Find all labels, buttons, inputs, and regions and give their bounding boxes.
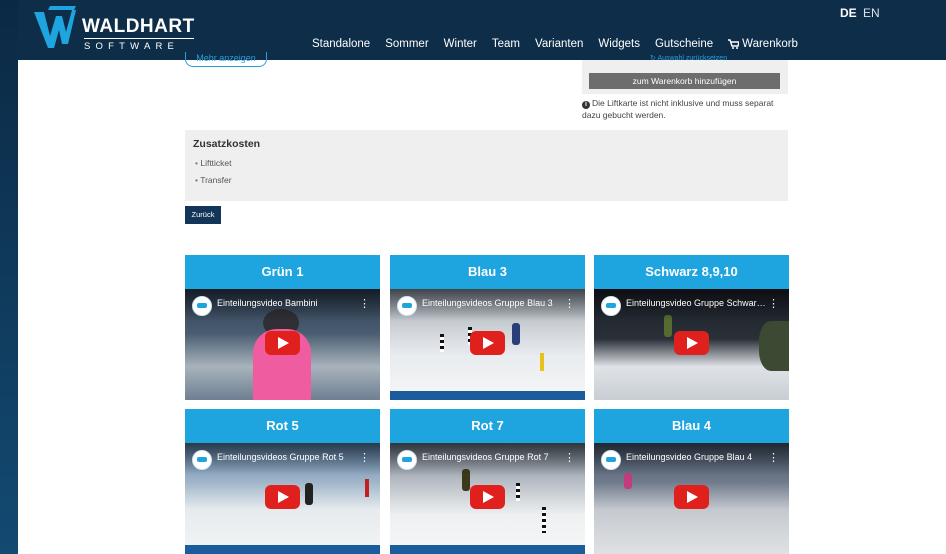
youtube-play-icon[interactable] xyxy=(470,331,505,355)
group-card-blau-4: Blau 4 Einteilungsvideo Gruppe Blau 4 ⋮ xyxy=(594,409,789,554)
brand-subtitle: SOFTWARE xyxy=(84,41,180,52)
back-button[interactable]: Zurück xyxy=(185,206,221,224)
group-card-schwarz-8-9-10: Schwarz 8,9,10 Einteilungsvideo Gruppe S… xyxy=(594,255,789,400)
nav-item-cart[interactable]: Warenkorb xyxy=(728,38,813,50)
extra-costs-box: Zusatzkosten Liftticket Transfer xyxy=(185,130,788,201)
nav-item-widgets[interactable]: Widgets xyxy=(598,38,640,50)
language-en[interactable]: EN xyxy=(863,6,880,20)
tree xyxy=(759,321,789,371)
extra-costs-list: Liftticket Transfer xyxy=(195,155,231,189)
show-more-button[interactable]: Mehr anzeigen xyxy=(185,52,267,67)
page: WALDHART SOFTWARE DE EN Standalone Somme… xyxy=(18,0,946,554)
more-vert-icon[interactable]: ⋮ xyxy=(564,297,575,310)
nav-item-team[interactable]: Team xyxy=(492,38,520,50)
list-item: Liftticket xyxy=(195,155,231,172)
more-vert-icon[interactable]: ⋮ xyxy=(359,297,370,310)
slalom-pole xyxy=(542,507,546,533)
nav-item-standalone[interactable]: Standalone xyxy=(312,38,370,50)
skier xyxy=(512,323,520,345)
language-de[interactable]: DE xyxy=(840,6,857,20)
group-title: Grün 1 xyxy=(185,255,380,289)
group-title: Blau 4 xyxy=(594,409,789,443)
group-title: Schwarz 8,9,10 xyxy=(594,255,789,289)
group-card-gruen-1: Grün 1 Einteilungsvideo Bambini ⋮ xyxy=(185,255,380,400)
brand-logo[interactable]: WALDHART SOFTWARE xyxy=(32,6,202,56)
youtube-play-icon[interactable] xyxy=(470,485,505,509)
reset-selection-link[interactable]: ↻ Auswahl zurücksetzen xyxy=(650,54,727,62)
waldhart-logo-icon xyxy=(34,6,76,48)
list-item: Transfer xyxy=(195,172,231,189)
channel-logo-icon[interactable] xyxy=(192,296,212,316)
channel-logo-icon[interactable] xyxy=(192,450,212,470)
extra-costs-title: Zusatzkosten xyxy=(193,138,261,150)
channel-logo-icon[interactable] xyxy=(601,450,621,470)
info-icon: i xyxy=(582,101,590,109)
video-title[interactable]: Einteilungsvideos Gruppe Rot 7 xyxy=(422,452,562,462)
skier xyxy=(624,473,632,489)
skier xyxy=(305,483,313,505)
more-vert-icon[interactable]: ⋮ xyxy=(768,451,779,464)
nav-item-varianten[interactable]: Varianten xyxy=(535,38,583,50)
channel-logo-icon[interactable] xyxy=(397,450,417,470)
video-title[interactable]: Einteilungsvideos Gruppe Rot 5 xyxy=(217,452,357,462)
group-card-blau-3: Blau 3 Einteilungsvideos Gruppe Blau 3 ⋮ xyxy=(390,255,585,400)
youtube-play-icon[interactable] xyxy=(265,331,300,355)
video-caption-strip xyxy=(185,545,380,554)
video-player[interactable]: Einteilungsvideos Gruppe Blau 3 ⋮ xyxy=(390,289,585,400)
group-card-rot-5: Rot 5 Einteilungsvideos Gruppe Rot 5 ⋮ xyxy=(185,409,380,554)
youtube-play-icon[interactable] xyxy=(265,485,300,509)
youtube-play-icon[interactable] xyxy=(674,331,709,355)
video-title[interactable]: Einteilungsvideos Gruppe Blau 3 xyxy=(422,298,562,308)
youtube-play-icon[interactable] xyxy=(674,485,709,509)
slalom-pole xyxy=(516,483,520,501)
more-vert-icon[interactable]: ⋮ xyxy=(564,451,575,464)
video-player[interactable]: Einteilungsvideo Gruppe Blau 4 ⋮ xyxy=(594,443,789,554)
more-vert-icon[interactable]: ⋮ xyxy=(768,297,779,310)
slalom-pole xyxy=(440,334,444,352)
nav-item-sommer[interactable]: Sommer xyxy=(385,38,428,50)
channel-logo-icon[interactable] xyxy=(601,296,621,316)
page-background xyxy=(0,0,18,554)
site-header: WALDHART SOFTWARE DE EN Standalone Somme… xyxy=(18,0,946,60)
video-player[interactable]: Einteilungsvideo Bambini ⋮ xyxy=(185,289,380,400)
more-vert-icon[interactable]: ⋮ xyxy=(359,451,370,464)
group-title: Blau 3 xyxy=(390,255,585,289)
add-to-cart-button[interactable]: zum Warenkorb hinzufügen xyxy=(589,73,780,89)
channel-logo-icon[interactable] xyxy=(397,296,417,316)
lift-ticket-notice: i Die Liftkarte ist nicht inklusive und m… xyxy=(582,97,794,121)
cart-icon xyxy=(728,39,740,49)
slalom-pole xyxy=(540,353,544,371)
brand-divider xyxy=(84,38,194,39)
video-player[interactable]: Einteilungsvideo Gruppe Schwarz 8,9,10 ⋮ xyxy=(594,289,789,400)
nav-item-winter[interactable]: Winter xyxy=(444,38,477,50)
video-title[interactable]: Einteilungsvideo Gruppe Schwarz 8,9,10 xyxy=(626,298,766,308)
nav-item-gutscheine[interactable]: Gutscheine xyxy=(655,38,713,50)
group-card-rot-7: Rot 7 Einteilungsvideos Gruppe Rot 7 ⋮ xyxy=(390,409,585,554)
slalom-pole xyxy=(365,479,369,497)
video-caption-strip xyxy=(390,545,585,554)
group-title: Rot 7 xyxy=(390,409,585,443)
notice-text: Die Liftkarte ist nicht inklusive und mu… xyxy=(582,98,774,120)
brand-name: WALDHART xyxy=(82,16,195,37)
reset-selection-label: Auswahl zurücksetzen xyxy=(657,55,728,62)
main-nav: Standalone Sommer Winter Team Varianten … xyxy=(312,38,828,50)
cart-label: Warenkorb xyxy=(742,38,798,50)
show-more-label: Mehr anzeigen xyxy=(196,53,256,63)
video-title[interactable]: Einteilungsvideo Gruppe Blau 4 xyxy=(626,452,766,462)
video-title[interactable]: Einteilungsvideo Bambini xyxy=(217,298,357,308)
group-title: Rot 5 xyxy=(185,409,380,443)
video-caption-strip xyxy=(390,391,585,400)
video-player[interactable]: Einteilungsvideos Gruppe Rot 5 ⋮ xyxy=(185,443,380,554)
video-player[interactable]: Einteilungsvideos Gruppe Rot 7 ⋮ xyxy=(390,443,585,554)
